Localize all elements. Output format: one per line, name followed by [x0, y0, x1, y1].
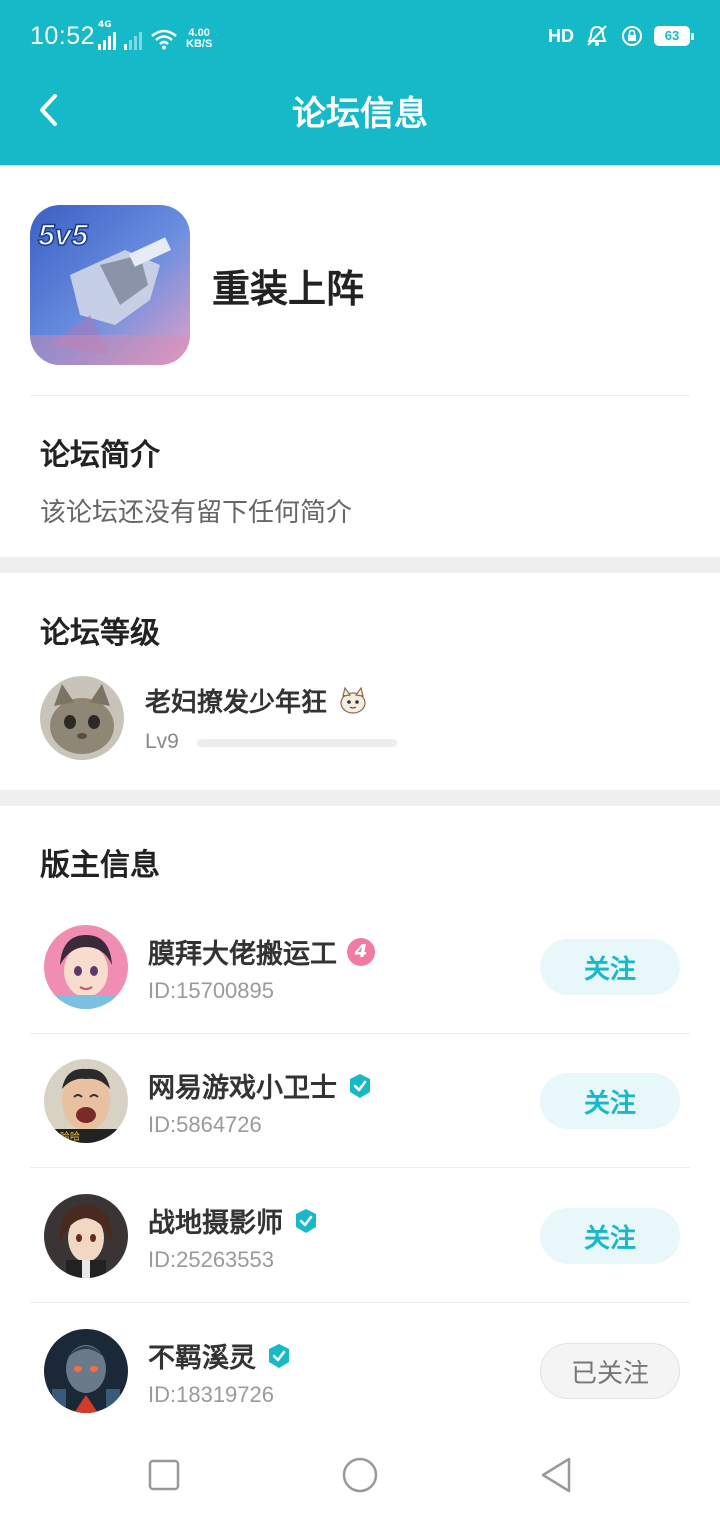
battery-indicator: 63 [654, 26, 694, 46]
level-user-name: 老妇撩发少年狂 [145, 682, 369, 719]
home-button[interactable] [335, 1450, 385, 1500]
forum-icon: 5v5 [30, 205, 190, 365]
avatar[interactable]: 哈哈哈 [44, 1059, 128, 1143]
level-label: Lv9 [145, 730, 179, 753]
level-title: 论坛等级 [40, 616, 160, 651]
signal-icon [98, 30, 116, 50]
circle-icon [342, 1457, 378, 1493]
moderator-id: ID:25263553 [148, 1247, 274, 1272]
system-back-button[interactable] [531, 1450, 581, 1500]
network-speed: 4.00 KB/S [186, 27, 213, 50]
verified-badge-icon [269, 1343, 289, 1368]
verified-badge-icon [296, 1208, 316, 1233]
status-bar: 10:52 4G 4.00 KB/S HD 63 [0, 0, 720, 70]
section-gap [0, 557, 720, 573]
follow-button[interactable]: 关注 [540, 1208, 680, 1264]
network-type-label: 4G [98, 20, 112, 30]
moderators-title: 版主信息 [40, 848, 160, 883]
section-gap [0, 790, 720, 806]
avatar[interactable] [44, 925, 128, 1009]
divider [30, 1167, 690, 1168]
forum-name: 重装上阵 [212, 266, 365, 311]
page-title: 论坛信息 [292, 94, 428, 134]
following-button[interactable]: 已关注 [540, 1343, 680, 1399]
status-left-icons: 4G 4.00 KB/S [98, 20, 213, 50]
triangle-back-icon [541, 1457, 571, 1493]
moderator-row[interactable]: 膜拜大佬搬运工 4 ID:15700895 关注 [30, 900, 690, 1034]
app-header: 10:52 4G 4.00 KB/S HD 63 论坛信息 [0, 0, 720, 165]
level-progress-bar [197, 739, 397, 747]
intro-text: 该论坛还没有留下任何简介 [40, 498, 353, 528]
moderator-name: 膜拜大佬搬运工 4 [148, 932, 375, 971]
moderator-name: 网易游戏小卫士 [148, 1066, 373, 1105]
moderator-row[interactable]: 战地摄影师 ID:25263553 关注 [30, 1169, 690, 1303]
recents-button[interactable] [139, 1450, 189, 1500]
svg-text:哈哈哈: 哈哈哈 [50, 1130, 80, 1143]
moderator-id: ID:15700895 [148, 978, 274, 1003]
follow-button[interactable]: 关注 [540, 939, 680, 995]
wifi-icon [151, 29, 177, 50]
moderator-name-text: 膜拜大佬搬运工 [148, 939, 337, 970]
divider [30, 395, 690, 396]
forum-header: 5v5 重装上阵 [30, 205, 690, 365]
bell-muted-icon [587, 25, 607, 46]
moderator-name: 不羁溪灵 [148, 1336, 292, 1375]
forum-icon-logo-text: 5v5 [38, 219, 89, 252]
follow-button[interactable]: 关注 [540, 1073, 680, 1129]
signal-secondary-icon [124, 30, 142, 50]
moderator-name: 战地摄影师 [148, 1201, 319, 1240]
cat-emoji-icon [340, 686, 366, 714]
moderator-row[interactable]: 不羁溪灵 ID:18319726 已关注 [30, 1304, 690, 1438]
verified-badge-icon [350, 1073, 370, 1098]
avatar[interactable] [40, 676, 124, 760]
square-icon [148, 1459, 180, 1491]
moderator-id: ID:5864726 [148, 1112, 262, 1137]
moderator-name-text: 战地摄影师 [148, 1208, 283, 1239]
moderator-name-text: 不羁溪灵 [148, 1343, 256, 1374]
status-time: 10:52 [30, 22, 96, 50]
avatar[interactable] [44, 1329, 128, 1413]
moderator-id: ID:18319726 [148, 1382, 274, 1407]
rotation-lock-icon [622, 26, 642, 46]
intro-title: 论坛简介 [40, 438, 160, 473]
moderator-row[interactable]: 哈哈哈 网易游戏小卫士 ID:5864726 关注 [30, 1034, 690, 1168]
rank-badge: 4 [347, 937, 375, 966]
system-nav-bar [0, 1430, 720, 1520]
hd-icon: HD [548, 25, 574, 46]
avatar[interactable] [44, 1194, 128, 1278]
level-user-name-text: 老妇撩发少年狂 [145, 688, 328, 718]
moderator-name-text: 网易游戏小卫士 [148, 1073, 337, 1104]
status-right-icons: HD 63 [548, 22, 694, 50]
divider [30, 1302, 690, 1303]
